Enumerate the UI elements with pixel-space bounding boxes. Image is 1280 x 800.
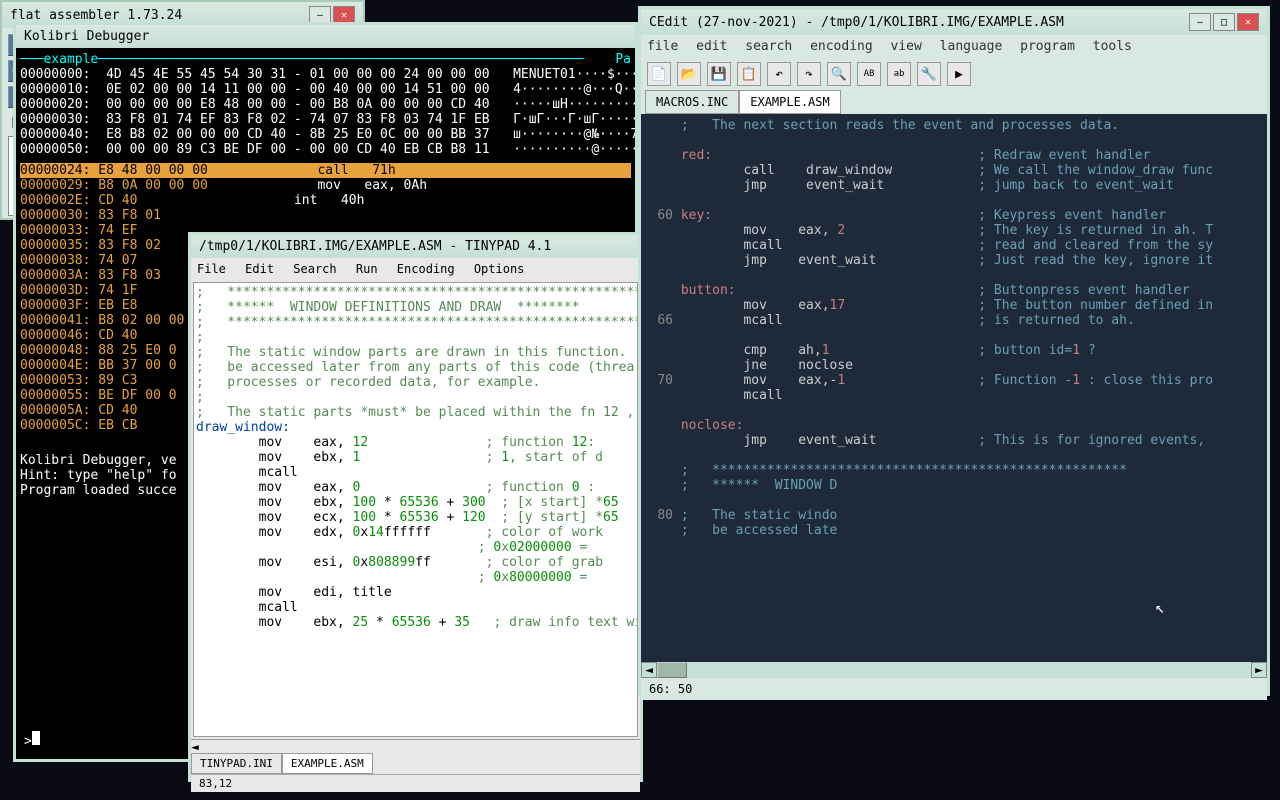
lowercase-icon[interactable]: ab <box>887 62 911 86</box>
cedit-menu: file edit search encoding view language … <box>641 35 1267 58</box>
tinypad-menu-run[interactable]: Run <box>356 262 378 276</box>
minimize-button[interactable]: — <box>1189 13 1211 31</box>
tinypad-title: /tmp0/1/KOLIBRI.IMG/EXAMPLE.ASM - TINYPA… <box>199 239 551 254</box>
cedit-menu-edit[interactable]: edit <box>696 39 727 54</box>
cedit-title: CEdit (27-nov-2021) - /tmp0/1/KOLIBRI.IM… <box>649 15 1064 30</box>
debugger-title: Kolibri Debugger <box>24 29 149 44</box>
tinypad-menu-file[interactable]: File <box>197 262 226 276</box>
cedit-window: CEdit (27-nov-2021) - /tmp0/1/KOLIBRI.IM… <box>638 6 1270 696</box>
tinypad-menu-encoding[interactable]: Encoding <box>397 262 455 276</box>
tinypad-hscroll[interactable]: ◄ <box>191 739 640 753</box>
fasm-title: flat assembler 1.73.24 <box>10 8 182 23</box>
cedit-menu-view[interactable]: view <box>891 39 922 54</box>
uppercase-icon[interactable]: AB <box>857 62 881 86</box>
tinypad-menu-edit[interactable]: Edit <box>245 262 274 276</box>
run-icon[interactable]: ▶ <box>947 62 971 86</box>
settings-icon[interactable]: 🔧 <box>917 62 941 86</box>
cedit-menu-encoding[interactable]: encoding <box>810 39 873 54</box>
tinypad-window: /tmp0/1/KOLIBRI.IMG/EXAMPLE.ASM - TINYPA… <box>188 232 643 782</box>
cedit-tab-macros[interactable]: MACROS.INC <box>645 90 739 114</box>
cedit-toolbar: 📄 📂 💾 📋 ↶ ↷ 🔍 AB ab 🔧 ▶ <box>641 58 1267 90</box>
cedit-menu-program[interactable]: program <box>1020 39 1075 54</box>
tinypad-status: 83,12 <box>191 774 640 792</box>
cedit-editor[interactable]: ; The next section reads the event and p… <box>641 114 1267 662</box>
new-file-icon[interactable]: 📄 <box>647 62 671 86</box>
undo-icon[interactable]: ↶ <box>767 62 791 86</box>
paste-icon[interactable]: 📋 <box>737 62 761 86</box>
tinypad-tabs: TINYPAD.INI EXAMPLE.ASM <box>191 753 640 774</box>
cedit-tab-example[interactable]: EXAMPLE.ASM <box>739 90 840 114</box>
cedit-status: 66: 50 <box>641 678 1267 700</box>
tinypad-editor[interactable]: ; **************************************… <box>193 282 638 737</box>
tinypad-titlebar[interactable]: /tmp0/1/KOLIBRI.IMG/EXAMPLE.ASM - TINYPA… <box>191 235 640 258</box>
debugger-titlebar[interactable]: Kolibri Debugger <box>16 25 635 48</box>
cedit-menu-tools[interactable]: tools <box>1093 39 1132 54</box>
tinypad-menu-search[interactable]: Search <box>293 262 336 276</box>
cedit-tabs: MACROS.INC EXAMPLE.ASM <box>641 90 1267 114</box>
tinypad-menu: File Edit Search Run Encoding Options <box>191 258 640 280</box>
redo-icon[interactable]: ↷ <box>797 62 821 86</box>
cedit-menu-file[interactable]: file <box>647 39 678 54</box>
debugger-hex-dump: 00000000: 4D 45 4E 55 45 54 30 31 - 01 0… <box>20 67 631 157</box>
close-button[interactable]: ✕ <box>1237 13 1259 31</box>
tinypad-tab-asm[interactable]: EXAMPLE.ASM <box>282 753 373 774</box>
save-file-icon[interactable]: 💾 <box>707 62 731 86</box>
cedit-menu-search[interactable]: search <box>745 39 792 54</box>
debugger-section-label: ─── <box>20 52 43 67</box>
cedit-hscroll[interactable]: ◄ ► <box>641 662 1267 678</box>
open-file-icon[interactable]: 📂 <box>677 62 701 86</box>
cedit-menu-language[interactable]: language <box>940 39 1003 54</box>
search-icon[interactable]: 🔍 <box>827 62 851 86</box>
maximize-button[interactable]: □ <box>1213 13 1235 31</box>
cedit-titlebar[interactable]: CEdit (27-nov-2021) - /tmp0/1/KOLIBRI.IM… <box>641 9 1267 35</box>
tinypad-menu-options[interactable]: Options <box>474 262 525 276</box>
tinypad-tab-ini[interactable]: TINYPAD.INI <box>191 753 282 774</box>
debugger-command-input[interactable]: > <box>24 731 40 749</box>
